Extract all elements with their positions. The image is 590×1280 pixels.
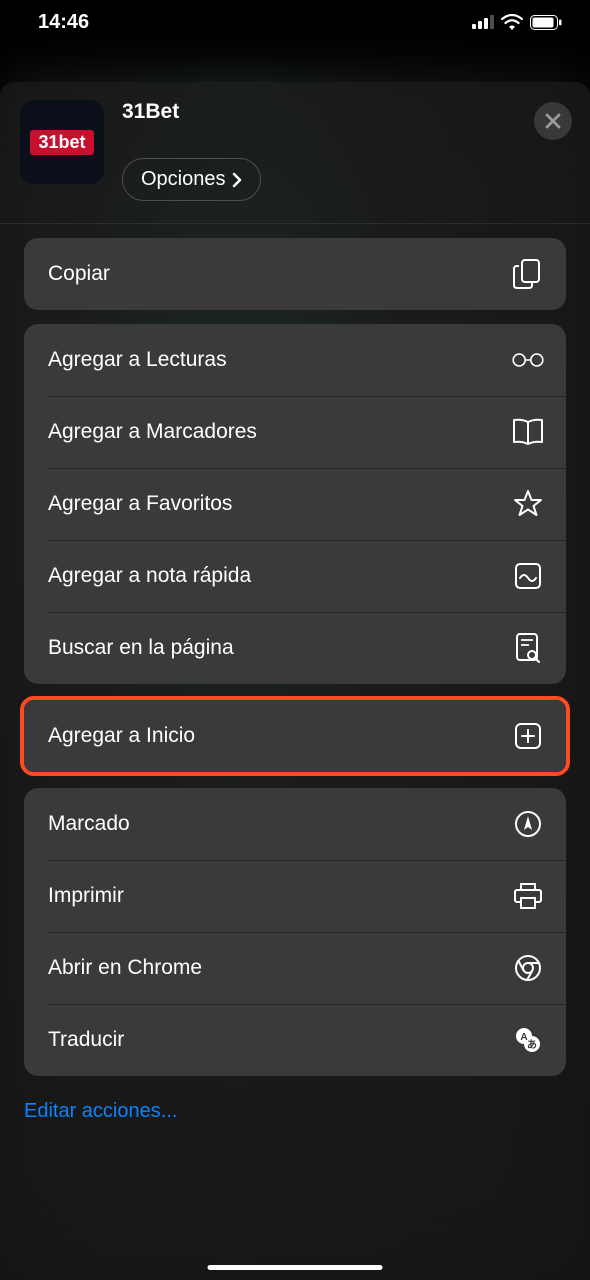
markup-icon [512,808,544,840]
cellular-icon [472,15,494,29]
chrome-icon [512,952,544,984]
action-bookmark-label: Agregar a Marcadores [48,420,257,444]
action-markup-label: Marcado [48,812,130,836]
edit-actions-link[interactable]: Editar acciones... [0,1090,590,1163]
action-find-on-page-label: Buscar en la página [48,636,234,660]
action-find-on-page[interactable]: Buscar en la página [24,612,566,684]
star-icon [512,488,544,520]
chevron-right-icon [232,172,242,188]
action-quick-note-label: Agregar a nota rápida [48,564,251,588]
sheet-header: 31bet 31Bet Opciones [0,82,590,224]
close-icon [545,113,561,129]
action-reading-list[interactable]: Agregar a Lecturas [24,324,566,396]
svg-text:あ: あ [527,1038,537,1051]
battery-icon [530,15,562,30]
print-icon [512,880,544,912]
action-open-chrome-label: Abrir en Chrome [48,956,202,980]
translate-icon: Aあ [512,1024,544,1056]
action-bookmark[interactable]: Agregar a Marcadores [24,396,566,468]
close-button[interactable] [534,102,572,140]
action-translate-label: Traducir [48,1028,124,1052]
action-print-label: Imprimir [48,884,124,908]
action-copy[interactable]: Copiar [24,238,566,310]
addhome-icon [512,720,544,752]
action-copy-label: Copiar [48,262,110,286]
glasses-icon [512,344,544,376]
action-add-to-home[interactable]: Agregar a Inicio [24,700,566,772]
action-open-chrome[interactable]: Abrir en Chrome [24,932,566,1004]
app-badge-text: 31bet [30,130,93,155]
action-translate[interactable]: Traducir Aあ [24,1004,566,1076]
status-time: 14:46 [38,11,89,34]
action-print[interactable]: Imprimir [24,860,566,932]
app-title: 31Bet [122,100,516,124]
action-add-to-home-label: Agregar a Inicio [48,724,195,748]
action-favorites[interactable]: Agregar a Favoritos [24,468,566,540]
action-favorites-label: Agregar a Favoritos [48,492,232,516]
status-indicators [472,14,562,30]
action-reading-list-label: Agregar a Lecturas [48,348,227,372]
share-sheet: 31bet 31Bet Opciones Copiar Agregar a Lec… [0,82,590,1280]
app-icon: 31bet [20,100,104,184]
copy-icon [512,258,544,290]
wifi-icon [501,14,523,30]
action-markup[interactable]: Marcado [24,788,566,860]
quicknote-icon [512,560,544,592]
app-subtitle [122,128,516,148]
home-indicator[interactable] [208,1265,383,1270]
options-button[interactable]: Opciones [122,158,261,201]
status-bar: 14:46 [0,0,590,44]
options-label: Opciones [141,168,226,191]
findpage-icon [512,632,544,664]
book-icon [512,416,544,448]
action-quick-note[interactable]: Agregar a nota rápida [24,540,566,612]
